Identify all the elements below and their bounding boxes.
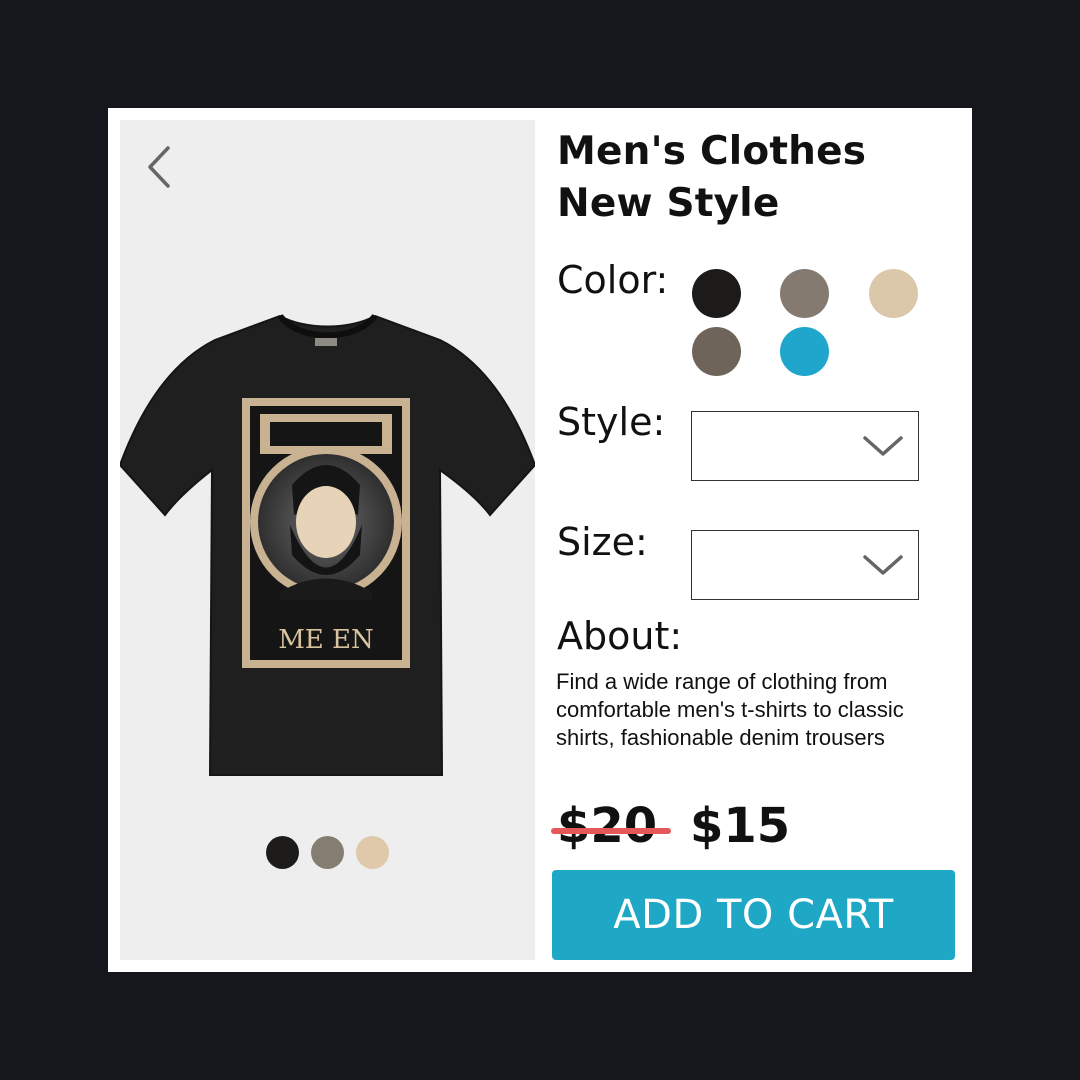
sale-price: $15 [690, 798, 791, 854]
product-title-line-1: Men's Clothes [557, 129, 867, 174]
color-label: Color: [557, 258, 669, 302]
product-image-tshirt: ME EN [120, 313, 535, 776]
about-description: Find a wide range of clothing from comfo… [556, 669, 904, 750]
product-gallery: ME EN [120, 120, 535, 960]
chevron-down-icon [863, 555, 903, 575]
chevron-left-icon[interactable] [138, 142, 178, 192]
product-details: Men's Clothes New Style Color: Style: Si… [551, 108, 972, 972]
about-label: About: [557, 614, 683, 658]
thumbnail-dot[interactable] [356, 836, 389, 869]
original-price: $20 [557, 798, 658, 854]
svg-text:ME EN: ME EN [278, 625, 374, 655]
thumbnail-dot[interactable] [311, 836, 344, 869]
product-title-line-2: New Style [557, 181, 780, 226]
style-label: Style: [557, 400, 666, 444]
size-label: Size: [557, 520, 648, 564]
product-title: Men's Clothes New Style [557, 126, 957, 230]
color-swatch[interactable] [869, 269, 918, 318]
thumbnail-dot[interactable] [266, 836, 299, 869]
gallery-thumbnails [120, 836, 535, 869]
add-to-cart-button[interactable]: ADD TO CART [552, 870, 955, 960]
color-swatch[interactable] [780, 269, 829, 318]
price-strikethrough [551, 828, 671, 834]
color-swatch[interactable] [692, 269, 741, 318]
color-swatch[interactable] [780, 327, 829, 376]
size-select[interactable] [691, 530, 919, 600]
chevron-down-icon [863, 436, 903, 456]
style-select[interactable] [691, 411, 919, 481]
color-swatch[interactable] [692, 327, 741, 376]
product-card: ME EN Men's Clothes New Style Color: Sty… [108, 108, 972, 972]
